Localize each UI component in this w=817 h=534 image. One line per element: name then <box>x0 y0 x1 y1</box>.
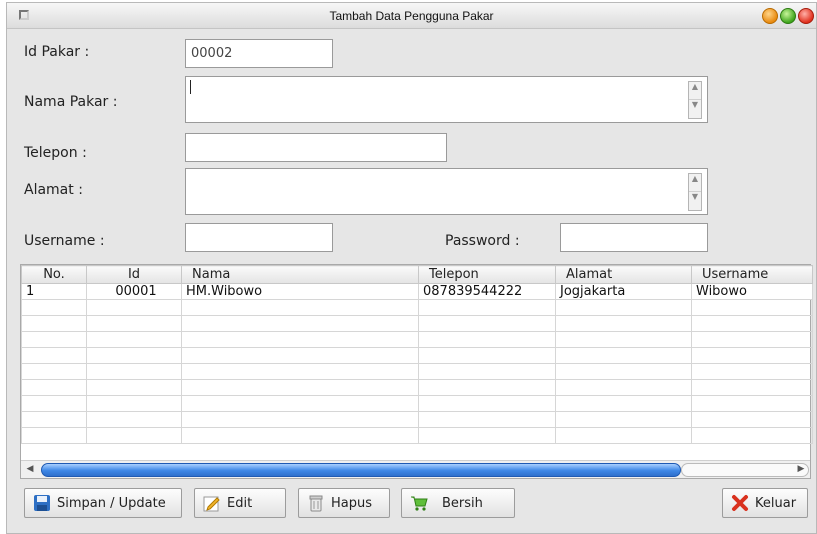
simpan-update-button[interactable]: Simpan / Update <box>24 488 182 518</box>
column-header-alamat[interactable]: Alamat <box>555 265 692 284</box>
table-cell: 1 <box>21 283 87 300</box>
scroll-up-icon[interactable]: ▲ <box>689 174 701 192</box>
hapus-button[interactable]: Hapus <box>298 488 390 518</box>
keluar-button[interactable]: Keluar <box>722 488 808 518</box>
password-field[interactable] <box>560 223 708 252</box>
scroll-up-icon[interactable]: ▲ <box>689 82 701 100</box>
table-row[interactable] <box>21 347 813 364</box>
bersih-label: Bersih <box>442 495 483 511</box>
table-row[interactable] <box>21 363 813 380</box>
column-header-username[interactable]: Username <box>691 265 813 284</box>
alamat-scroll[interactable]: ▲ ▼ <box>688 173 702 211</box>
id-pakar-field[interactable]: 00002 <box>185 39 333 68</box>
window-title: Tambah Data Pengguna Pakar <box>329 9 494 23</box>
scroll-down-icon[interactable]: ▼ <box>689 100 701 118</box>
column-header-no[interactable]: No. <box>21 265 87 284</box>
text-caret <box>190 80 191 94</box>
table-cell: 087839544222 <box>418 283 556 300</box>
username-label: Username : <box>24 233 105 249</box>
scroll-down-icon[interactable]: ▼ <box>689 192 701 210</box>
telepon-field[interactable] <box>185 133 447 162</box>
column-header-id[interactable]: Id <box>86 265 182 284</box>
minimize-button[interactable] <box>762 8 778 24</box>
nama-pakar-field[interactable]: ▲ ▼ <box>185 76 708 123</box>
cart-icon <box>411 496 428 511</box>
floppy-disk-icon <box>34 495 50 511</box>
data-table[interactable]: No. Id Nama Telepon Alamat Username 1 00… <box>20 264 813 479</box>
hapus-label: Hapus <box>331 495 373 511</box>
nama-pakar-scroll[interactable]: ▲ ▼ <box>688 81 702 119</box>
alamat-field[interactable]: ▲ ▼ <box>185 168 708 215</box>
scroll-right-icon[interactable]: ▶ <box>794 463 808 476</box>
id-pakar-label: Id Pakar : <box>24 44 90 60</box>
table-cell: 00001 <box>86 283 182 300</box>
table-row[interactable] <box>21 331 813 348</box>
telepon-label: Telepon : <box>24 145 87 161</box>
pencil-icon <box>203 496 220 512</box>
scrollbar-track[interactable] <box>681 463 809 477</box>
table-cell: HM.Wibowo <box>181 283 419 300</box>
table-row[interactable]: 1 00001 HM.Wibowo 087839544222 Jogjakart… <box>21 283 813 300</box>
table-row[interactable] <box>21 299 813 316</box>
table-header: No. Id Nama Telepon Alamat Username <box>21 265 813 284</box>
column-header-nama[interactable]: Nama <box>181 265 419 284</box>
close-button[interactable] <box>798 8 814 24</box>
table-row[interactable] <box>21 427 813 444</box>
table-cell: Jogjakarta <box>555 283 692 300</box>
table-row[interactable] <box>21 379 813 396</box>
trash-icon <box>309 495 323 512</box>
nama-pakar-label: Nama Pakar : <box>24 94 118 110</box>
column-header-telepon[interactable]: Telepon <box>418 265 556 284</box>
username-field[interactable] <box>185 223 333 252</box>
horizontal-scrollbar[interactable]: ◀ ▶ <box>21 460 810 478</box>
simpan-update-label: Simpan / Update <box>57 495 166 511</box>
table-row[interactable] <box>21 395 813 412</box>
maximize-button[interactable] <box>780 8 796 24</box>
scrollbar-thumb[interactable] <box>41 463 681 477</box>
alamat-label: Alamat : <box>24 182 83 198</box>
table-row[interactable] <box>21 315 813 332</box>
edit-label: Edit <box>227 495 253 511</box>
table-row[interactable] <box>21 411 813 428</box>
password-label: Password : <box>445 233 520 249</box>
edit-button[interactable]: Edit <box>194 488 286 518</box>
scroll-left-icon[interactable]: ◀ <box>23 463 37 476</box>
table-cell: Wibowo <box>691 283 813 300</box>
x-icon <box>732 495 748 511</box>
title-bar[interactable]: Tambah Data Pengguna Pakar <box>7 3 816 29</box>
bersih-button[interactable]: Bersih <box>401 488 515 518</box>
keluar-label: Keluar <box>755 495 797 511</box>
